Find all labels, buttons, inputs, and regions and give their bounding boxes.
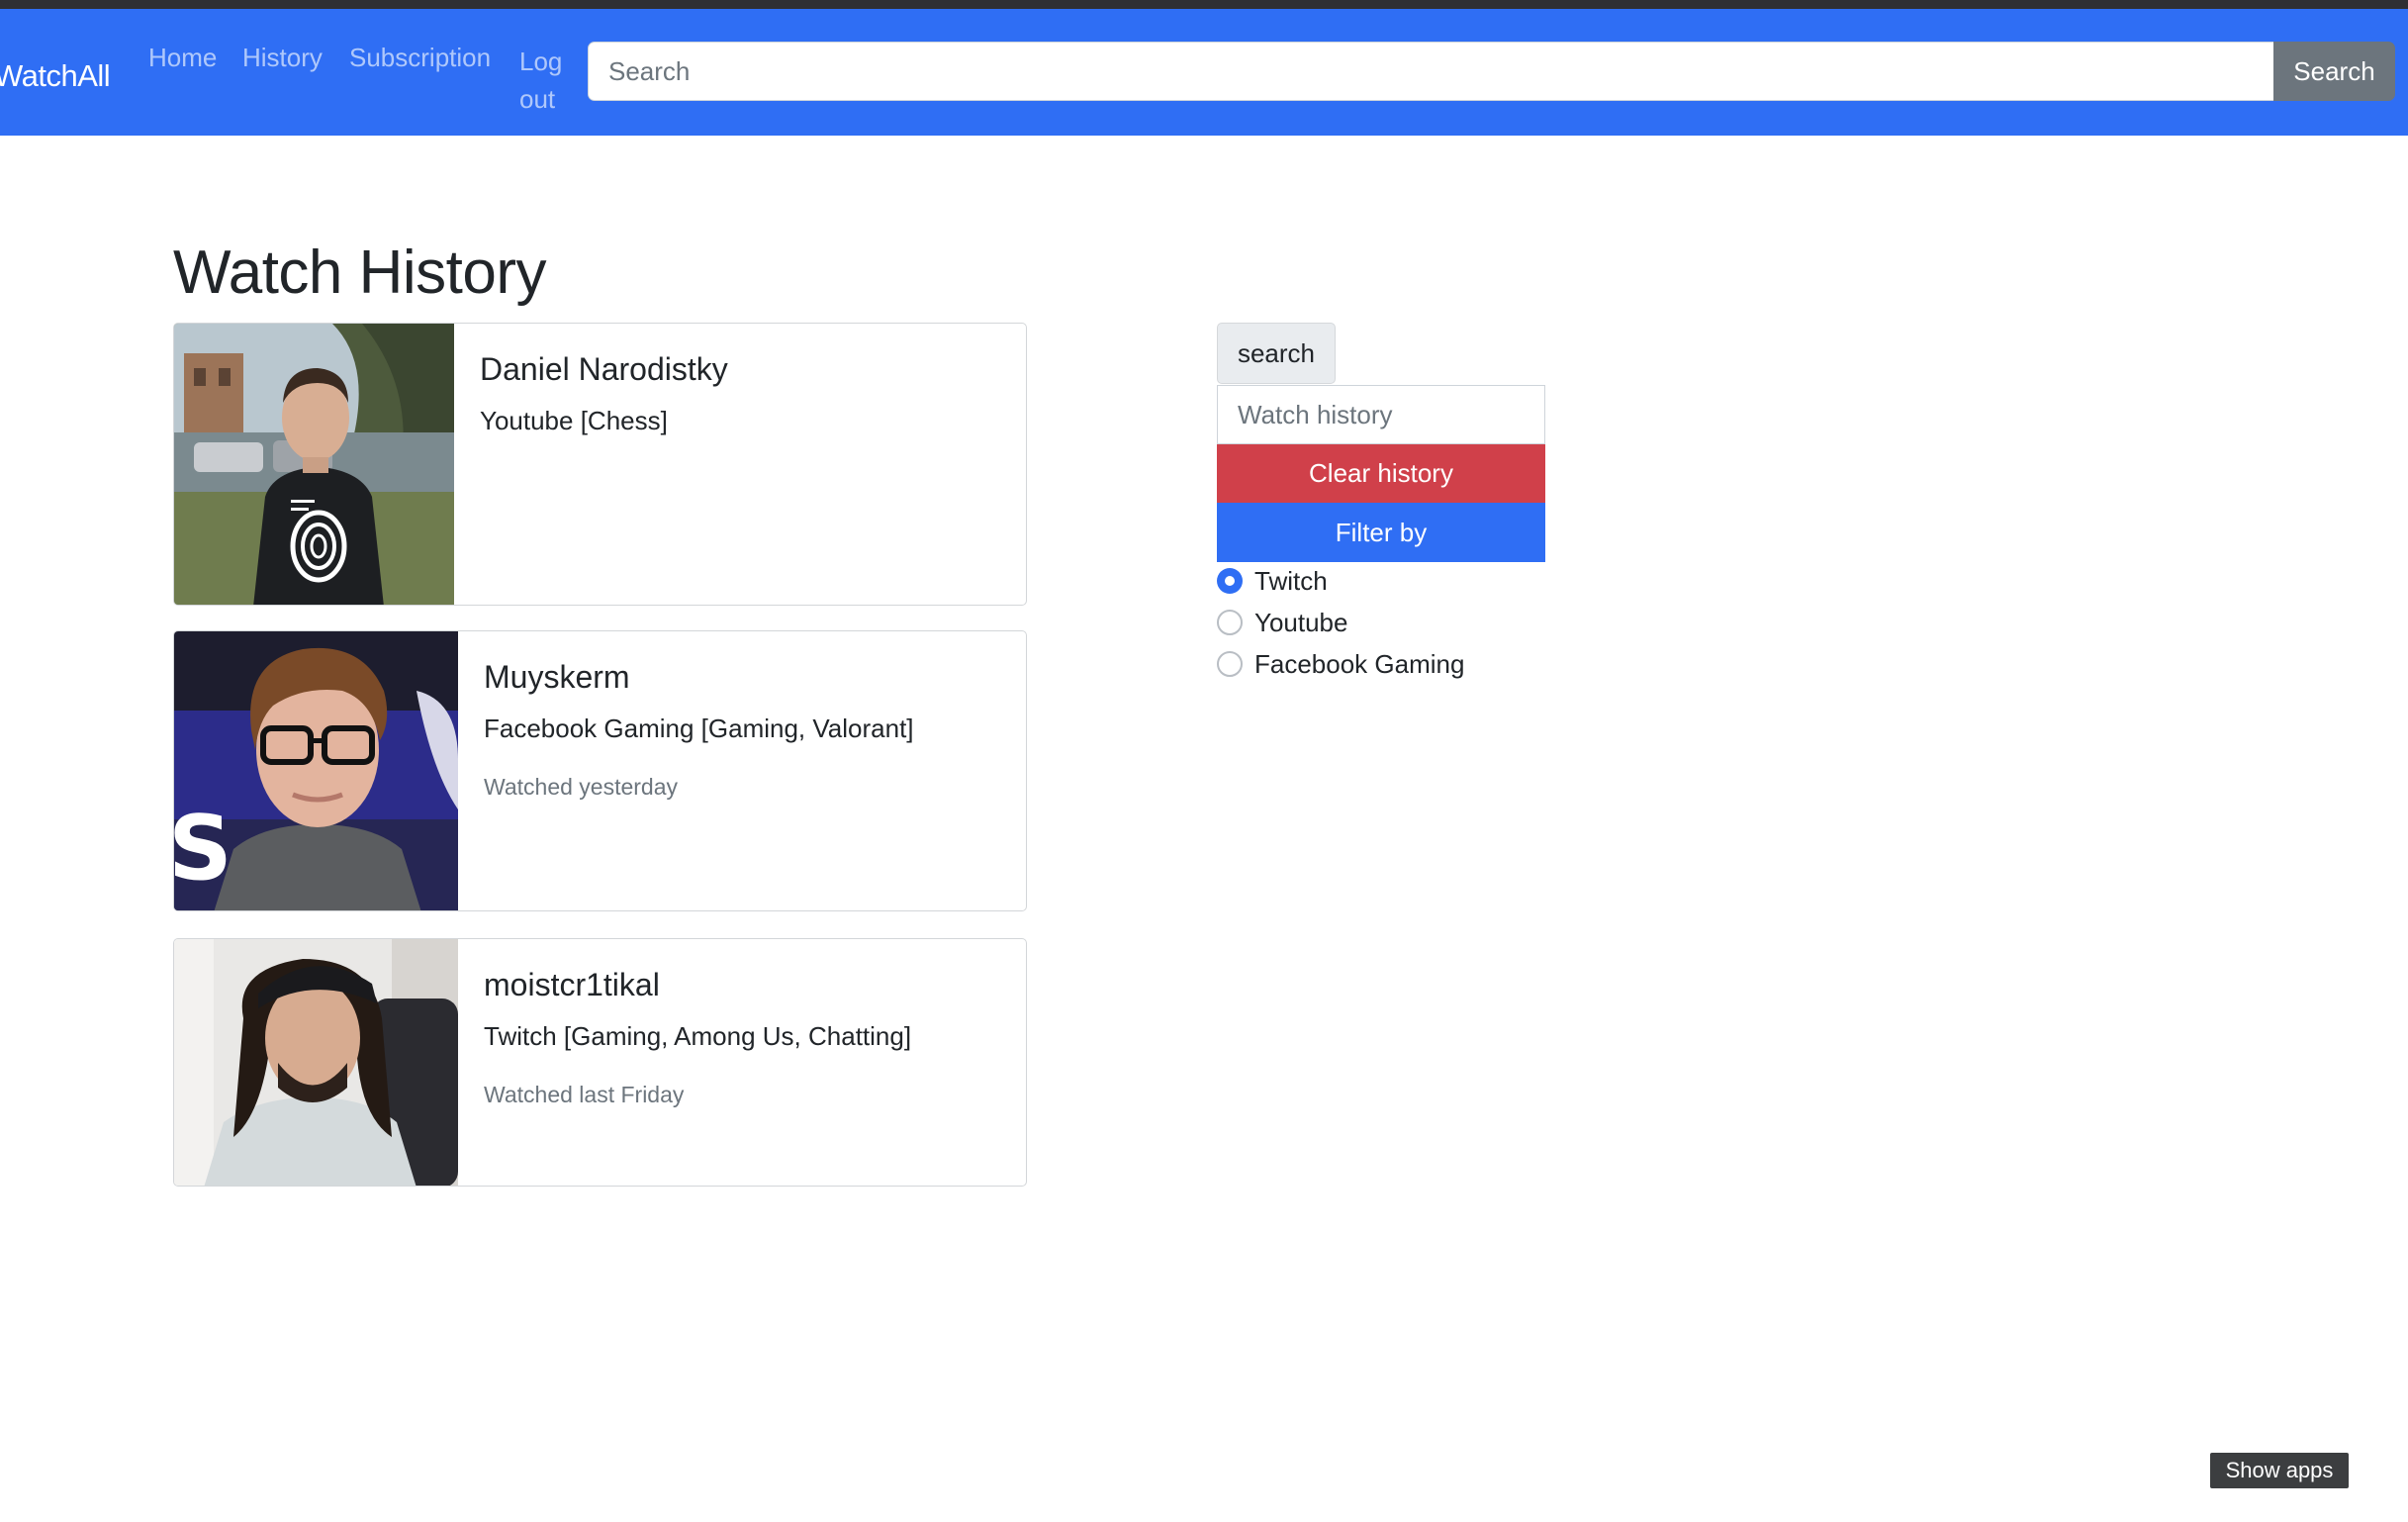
- watched-time: Watched last Friday: [484, 1082, 685, 1107]
- window-top-strip: [0, 0, 2408, 9]
- search-button[interactable]: Search: [2273, 42, 2395, 101]
- filter-option-youtube[interactable]: Youtube: [1217, 607, 1347, 638]
- watched-time: Watched yesterday: [484, 774, 679, 800]
- channel-platform: Youtube [Chess]: [480, 406, 668, 435]
- page-title: Watch History: [173, 238, 547, 307]
- filter-label: Twitch: [1254, 565, 1328, 596]
- person-photo-icon: [174, 324, 454, 605]
- channel-platform: Facebook Gaming [Gaming, Valorant]: [484, 713, 914, 743]
- history-search-button[interactable]: search: [1217, 323, 1336, 384]
- history-card-body: Daniel Narodistky Youtube [Chess]: [452, 324, 1026, 605]
- channel-platform: Twitch [Gaming, Among Us, Chatting]: [484, 1021, 912, 1051]
- history-card[interactable]: moistcr1tikal Twitch [Gaming, Among Us, …: [173, 938, 1027, 1187]
- channel-thumbnail: [174, 939, 458, 1186]
- history-card[interactable]: Daniel Narodistky Youtube [Chess]: [173, 323, 1027, 606]
- nav-link-subscription[interactable]: Subscription: [349, 43, 491, 73]
- history-card-body: moistcr1tikal Twitch [Gaming, Among Us, …: [456, 939, 1026, 1186]
- history-card-body: Muyskerm Facebook Gaming [Gaming, Valora…: [456, 631, 1026, 910]
- filter-label: Youtube: [1254, 607, 1348, 637]
- brand-logo[interactable]: WatchAll: [0, 58, 111, 94]
- channel-name[interactable]: Daniel Narodistky: [480, 351, 1026, 388]
- radio-unchecked-icon[interactable]: [1217, 610, 1243, 635]
- radio-unchecked-icon[interactable]: [1217, 651, 1243, 677]
- search-input[interactable]: [588, 42, 2275, 101]
- channel-name[interactable]: moistcr1tikal: [484, 967, 1026, 1003]
- person-photo-icon: [174, 939, 458, 1186]
- radio-checked-icon[interactable]: [1217, 568, 1243, 594]
- channel-name[interactable]: Muyskerm: [484, 659, 1026, 696]
- filter-option-facebook-gaming[interactable]: Facebook Gaming: [1217, 648, 1464, 680]
- filter-option-twitch[interactable]: Twitch: [1217, 565, 1328, 597]
- nav-link-logout[interactable]: Log out: [519, 43, 569, 118]
- history-card[interactable]: S Muyskerm Facebook Gaming [Gaming, Valo…: [173, 630, 1027, 911]
- nav-link-history[interactable]: History: [242, 43, 323, 73]
- channel-thumbnail: S: [174, 631, 458, 910]
- filter-by-button[interactable]: Filter by: [1217, 503, 1545, 562]
- clear-history-button[interactable]: Clear history: [1217, 444, 1545, 503]
- filter-label: Facebook Gaming: [1254, 648, 1465, 679]
- history-search-input[interactable]: [1217, 385, 1545, 444]
- navbar: WatchAll Home History Subscription Log o…: [0, 9, 2408, 136]
- show-apps-button[interactable]: Show apps: [2210, 1453, 2349, 1488]
- nav-link-home[interactable]: Home: [148, 43, 217, 73]
- channel-thumbnail: [174, 324, 454, 605]
- person-photo-icon: S: [174, 631, 458, 910]
